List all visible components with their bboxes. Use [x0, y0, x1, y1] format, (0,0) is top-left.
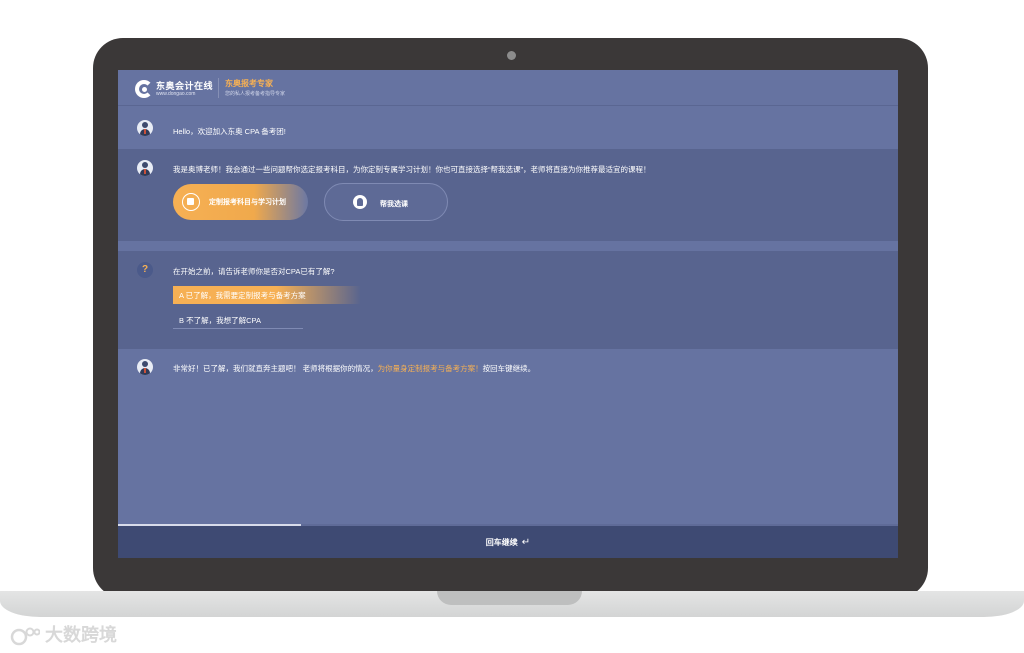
intro-message: 我是奥博老师！我会通过一些问题帮你选定报考科目，为你定制专属学习计划！你也可直接… [173, 165, 651, 174]
watermark: 大数跨境 [10, 621, 117, 647]
logo-url: www.dongao.com [156, 91, 196, 97]
app-screen: 东奥会计在线 www.dongao.com 东奥报考专家 您的私人报考备考指导专… [118, 70, 898, 558]
section-separator [118, 241, 898, 251]
question-mark-icon: ? [137, 262, 153, 278]
header-bar: 东奥会计在线 www.dongao.com 东奥报考专家 您的私人报考备考指导专… [118, 70, 898, 106]
teacher-avatar [137, 120, 153, 136]
watermark-text: 大数跨境 [45, 625, 118, 645]
continue-label: 回车继续 [485, 538, 518, 547]
plan-icon [182, 193, 200, 211]
choose-course-label: 帮我选课 [380, 201, 408, 208]
greeting-message: Hello，欢迎加入东奥 CPA 备考团! [173, 127, 286, 136]
enter-key-icon: ↵ [521, 537, 531, 548]
watermark-logo-icon [10, 627, 40, 646]
choose-course-button[interactable]: 帮我选课 [324, 183, 448, 221]
user-icon [353, 195, 367, 209]
reply-highlight: 为你量身定制报考与备考方案！ [377, 364, 483, 373]
option-a[interactable]: A 已了解，我需要定制报考与备考方案 [173, 286, 361, 304]
brand-title: 东奥报考专家 [225, 79, 273, 88]
teacher-avatar [137, 359, 153, 375]
header-divider [218, 78, 219, 98]
reply-suffix: 按回车键继续。 [482, 364, 536, 373]
webcam-dot [507, 51, 516, 60]
laptop-notch [437, 591, 582, 605]
reply-prefix: 非常好！已了解，我们就直奔主题吧！ 老师将根据你的情况， [173, 364, 378, 373]
teacher-avatar [137, 160, 153, 176]
continue-button[interactable]: 回车继续 ↵ [118, 537, 898, 548]
custom-plan-label: 定制报考科目与学习计划 [209, 199, 286, 206]
reply-message: 非常好！已了解，我们就直奔主题吧！ 老师将根据你的情况，为你量身定制报考与备考方… [173, 363, 535, 374]
page: 东奥会计在线 www.dongao.com 东奥报考专家 您的私人报考备考指导专… [0, 0, 1024, 653]
greeting-row: Hello，欢迎加入东奥 CPA 备考团! [118, 107, 898, 149]
continue-footer[interactable]: 回车继续 ↵ [118, 526, 898, 558]
logo-dot [142, 87, 147, 92]
brand-subtitle: 您的私人报考备考指导专家 [225, 91, 286, 97]
reply-row: 非常好！已了解，我们就直奔主题吧！ 老师将根据你的情况，为你量身定制报考与备考方… [118, 349, 898, 524]
option-b[interactable]: B 不了解，我想了解CPA [173, 311, 303, 329]
question-message: 在开始之前，请告诉老师你是否对CPA已有了解? [173, 267, 335, 276]
custom-plan-button[interactable]: 定制报考科目与学习计划 [173, 184, 308, 220]
